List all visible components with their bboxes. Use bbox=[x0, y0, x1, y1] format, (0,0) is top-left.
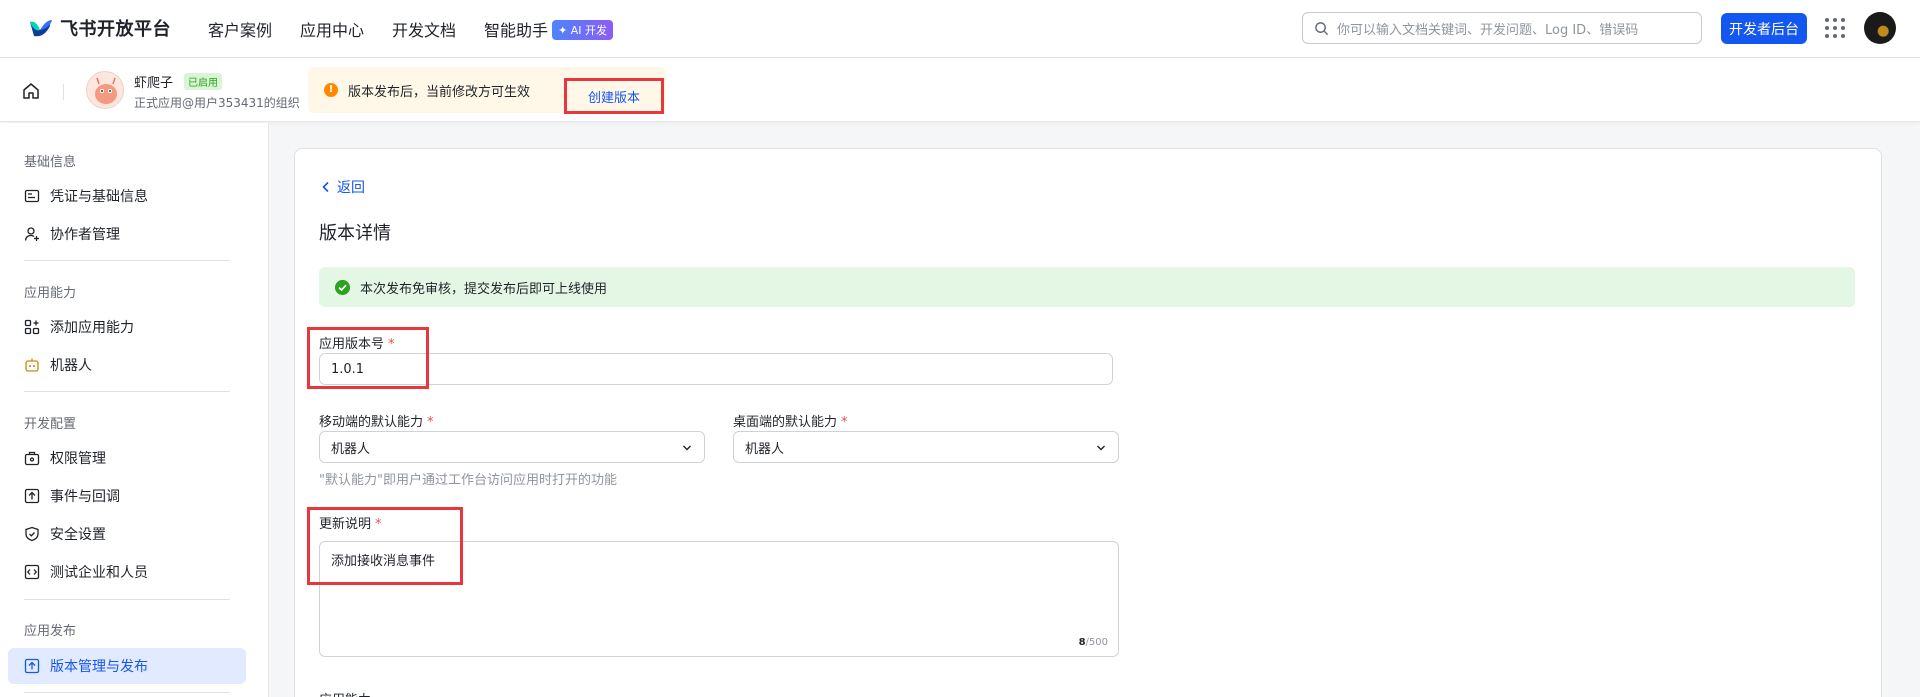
create-version-link[interactable]: 创建版本 bbox=[564, 78, 664, 114]
notes-value: 添加接收消息事件 bbox=[331, 554, 436, 569]
version-label: 应用版本号 * bbox=[319, 333, 395, 352]
code-icon bbox=[24, 564, 40, 580]
chevron-down-icon bbox=[683, 445, 691, 451]
mobile-default-label-text: 移动端的默认能力 bbox=[319, 415, 424, 430]
version-input[interactable]: 1.0.1 bbox=[319, 353, 1113, 385]
sidebar-item-add-capability[interactable]: 添加应用能力 bbox=[8, 309, 246, 345]
char-max: /500 bbox=[1085, 637, 1108, 648]
home-icon[interactable] bbox=[22, 82, 40, 100]
robot-icon bbox=[25, 358, 39, 372]
back-label: 返回 bbox=[337, 180, 365, 196]
section-title-dev-config: 开发配置 bbox=[24, 417, 77, 432]
main-nav: 客户案例 应用中心 开发文档 智能助手 ✦ AI 开发 bbox=[208, 0, 614, 58]
required-mark: * bbox=[388, 337, 395, 352]
apps-add-icon bbox=[24, 319, 40, 335]
sidebar-item-label: 事件与回调 bbox=[50, 489, 120, 505]
search-input[interactable]: 你可以输入文档关键词、开发问题、Log ID、错误码 bbox=[1302, 12, 1702, 44]
desktop-default-label-text: 桌面端的默认能力 bbox=[733, 415, 838, 430]
event-upload-icon bbox=[24, 488, 40, 504]
sidebar-item-collaborators[interactable]: 协作者管理 bbox=[8, 216, 246, 252]
user-add-icon bbox=[24, 227, 39, 241]
chevron-down-icon bbox=[1097, 445, 1105, 451]
sidebar: 基础信息 凭证与基础信息 协作者管理 应用能力 添加应用能力 机器人 开发配置 … bbox=[0, 123, 269, 697]
sidebar-item-label: 协作者管理 bbox=[50, 227, 120, 243]
desktop-default-select[interactable]: 机器人 bbox=[733, 431, 1119, 463]
brand-logo[interactable]: 飞书开放平台 bbox=[26, 14, 171, 42]
shield-icon bbox=[25, 526, 39, 542]
sidebar-item-permissions[interactable]: 权限管理 bbox=[8, 440, 246, 476]
sidebar-item-version-management[interactable]: 版本管理与发布 bbox=[8, 648, 246, 684]
notes-label-text: 更新说明 bbox=[319, 517, 372, 532]
sidebar-item-label: 版本管理与发布 bbox=[50, 659, 148, 675]
app-header: 虾爬子 已启用 正式应用@用户353431的组织 ! 版本发布后，当前修改方可生… bbox=[0, 58, 1920, 122]
check-circle-icon bbox=[335, 280, 350, 295]
mobile-default-value: 机器人 bbox=[331, 441, 371, 457]
mobile-default-label: 移动端的默认能力 * bbox=[319, 411, 434, 430]
nav-ai-assistant-label: 智能助手 bbox=[484, 21, 549, 40]
sidebar-item-label: 测试企业和人员 bbox=[50, 565, 148, 581]
sidebar-item-label: 机器人 bbox=[50, 358, 92, 374]
apps-grid-icon[interactable] bbox=[1825, 18, 1845, 38]
desktop-default-value: 机器人 bbox=[745, 441, 785, 457]
warning-icon: ! bbox=[324, 83, 338, 97]
desktop-default-label: 桌面端的默认能力 * bbox=[733, 411, 848, 430]
search-placeholder: 你可以输入文档关键词、开发问题、Log ID、错误码 bbox=[1337, 22, 1639, 38]
sidebar-item-events[interactable]: 事件与回调 bbox=[8, 478, 246, 514]
id-card-icon bbox=[24, 189, 40, 203]
nav-dev-docs[interactable]: 开发文档 bbox=[392, 17, 456, 41]
next-section-label: 应用能力 bbox=[319, 689, 371, 697]
sidebar-item-label: 安全设置 bbox=[50, 527, 106, 543]
briefcase-lock-icon bbox=[24, 451, 40, 466]
user-avatar[interactable] bbox=[1864, 12, 1896, 44]
sidebar-item-bot[interactable]: 机器人 bbox=[8, 347, 246, 383]
notice-text: 版本发布后，当前修改方可生效 bbox=[348, 85, 531, 100]
mobile-default-select[interactable]: 机器人 bbox=[319, 431, 705, 463]
upload-box-icon bbox=[24, 658, 40, 674]
developer-console-button[interactable]: 开发者后台 bbox=[1721, 13, 1807, 44]
app-org: 正式应用@用户353431的组织 bbox=[134, 96, 300, 110]
top-navigation: 飞书开放平台 客户案例 应用中心 开发文档 智能助手 ✦ AI 开发 你可以输入文… bbox=[0, 0, 1920, 58]
nav-customer-cases[interactable]: 客户案例 bbox=[208, 17, 272, 41]
version-value: 1.0.1 bbox=[331, 361, 365, 377]
section-title-basic: 基础信息 bbox=[24, 155, 77, 170]
section-title-capabilities: 应用能力 bbox=[24, 286, 77, 301]
status-badge: 已启用 bbox=[184, 73, 222, 90]
notes-label: 更新说明 * bbox=[319, 513, 382, 532]
app-avatar bbox=[86, 71, 124, 109]
sidebar-item-label: 凭证与基础信息 bbox=[50, 189, 148, 205]
nav-ai-assistant[interactable]: 智能助手 ✦ AI 开发 bbox=[484, 17, 614, 41]
sidebar-item-test-tenants[interactable]: 测试企业和人员 bbox=[8, 554, 246, 590]
app-name: 虾爬子 bbox=[134, 76, 174, 91]
sidebar-item-label: 添加应用能力 bbox=[50, 320, 134, 336]
char-counter: 8/500 bbox=[1079, 637, 1108, 648]
brand-name: 飞书开放平台 bbox=[60, 19, 171, 40]
divider bbox=[24, 692, 230, 693]
char-count: 8 bbox=[1078, 637, 1086, 648]
divider bbox=[63, 84, 64, 100]
sidebar-item-credentials[interactable]: 凭证与基础信息 bbox=[8, 178, 246, 214]
required-mark: * bbox=[427, 415, 434, 430]
default-capability-hint: "默认能力"即用户通过工作台访问应用时打开的功能 bbox=[319, 473, 617, 488]
ai-dev-badge: ✦ AI 开发 bbox=[552, 20, 614, 40]
sidebar-item-label: 权限管理 bbox=[50, 451, 106, 467]
nav-app-center[interactable]: 应用中心 bbox=[300, 17, 364, 41]
feishu-logo-icon bbox=[30, 20, 52, 37]
divider bbox=[24, 391, 230, 392]
required-mark: * bbox=[375, 517, 382, 532]
divider bbox=[24, 260, 230, 261]
notes-textarea[interactable]: 添加接收消息事件 8/500 bbox=[319, 541, 1119, 657]
version-label-text: 应用版本号 bbox=[319, 337, 385, 352]
search-icon bbox=[1315, 22, 1329, 36]
back-link[interactable]: 返回 bbox=[321, 177, 365, 197]
section-title-publish: 应用发布 bbox=[24, 624, 77, 639]
success-banner: 本次发布免审核，提交发布后即可上线使用 bbox=[319, 267, 1855, 307]
chevron-left-icon bbox=[322, 181, 329, 193]
required-mark: * bbox=[841, 415, 848, 430]
version-detail-card: 返回 版本详情 本次发布免审核，提交发布后即可上线使用 应用版本号 * 1.0.1… bbox=[294, 148, 1882, 697]
divider bbox=[24, 599, 230, 600]
page-title: 版本详情 bbox=[319, 223, 391, 244]
sidebar-item-security[interactable]: 安全设置 bbox=[8, 516, 246, 552]
success-text: 本次发布免审核，提交发布后即可上线使用 bbox=[360, 282, 608, 297]
